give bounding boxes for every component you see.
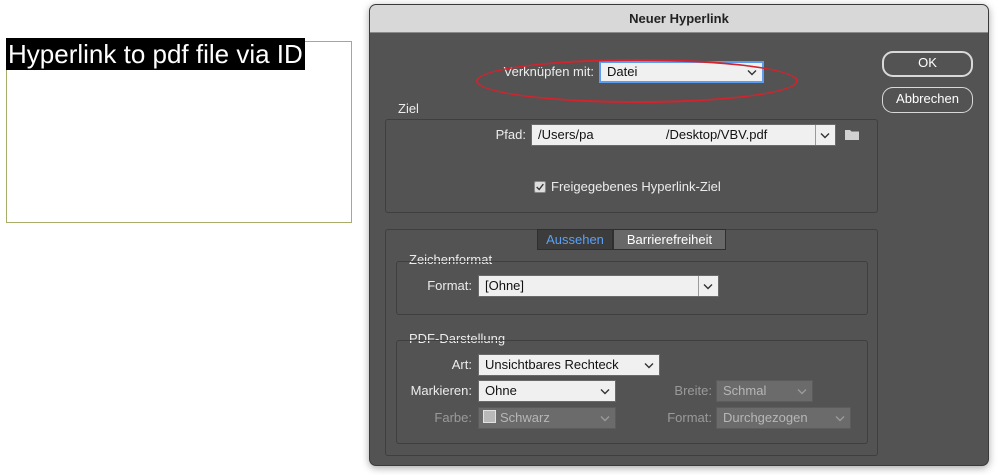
annotation-oval (476, 59, 798, 103)
color-label: Farbe: (434, 410, 472, 425)
color-swatch (483, 410, 496, 423)
highlight-label: Markieren: (410, 383, 472, 398)
chevron-down-icon (599, 381, 611, 401)
highlight-value: Ohne (485, 383, 517, 398)
selected-text[interactable]: Hyperlink to pdf file via ID (6, 38, 305, 70)
highlight-select[interactable]: Ohne (478, 380, 616, 402)
chevron-down-icon (796, 381, 808, 401)
target-group-title: Ziel (398, 101, 419, 116)
style-label: Format: (667, 410, 712, 425)
shared-target-label[interactable]: Freigegebenes Hyperlink-Ziel (551, 178, 721, 196)
shared-target-checkbox[interactable] (534, 181, 546, 193)
chevron-down-icon (643, 355, 655, 375)
chevron-down-icon (702, 276, 714, 296)
style-select[interactable]: Durchgezogen (716, 407, 851, 429)
color-value: Schwarz (500, 410, 550, 425)
tab-accessibility[interactable]: Barrierefreiheit (613, 229, 726, 250)
path-value: /Users/pa /Desktop/VBV.pdf (538, 127, 768, 142)
width-select[interactable]: Schmal (716, 380, 813, 402)
tab-appearance[interactable]: Aussehen (537, 229, 613, 250)
style-value: Durchgezogen (723, 410, 808, 425)
chevron-down-icon (599, 408, 611, 428)
path-label: Pfad: (495, 127, 526, 142)
type-label: Art: (451, 357, 472, 372)
folder-icon[interactable] (844, 127, 860, 141)
format-label: Format: (427, 278, 472, 293)
chevron-down-icon (834, 408, 846, 428)
new-hyperlink-dialog: Neuer Hyperlink Verknüpfen mit: Datei OK… (369, 4, 989, 466)
chevron-down-icon[interactable] (819, 125, 831, 145)
width-value: Schmal (723, 383, 767, 398)
dialog-title: Neuer Hyperlink (370, 5, 988, 33)
color-select[interactable]: Schwarz (478, 407, 616, 429)
type-value: Unsichtbares Rechteck (485, 357, 619, 372)
ok-button[interactable]: OK (882, 51, 973, 77)
format-select[interactable]: [Ohne] (478, 275, 719, 297)
cancel-button[interactable]: Abbrechen (882, 87, 973, 113)
path-input[interactable]: /Users/pa /Desktop/VBV.pdf (531, 124, 836, 146)
width-label: Breite: (674, 383, 712, 398)
type-select[interactable]: Unsichtbares Rechteck (478, 354, 660, 376)
format-value: [Ohne] (485, 278, 525, 293)
